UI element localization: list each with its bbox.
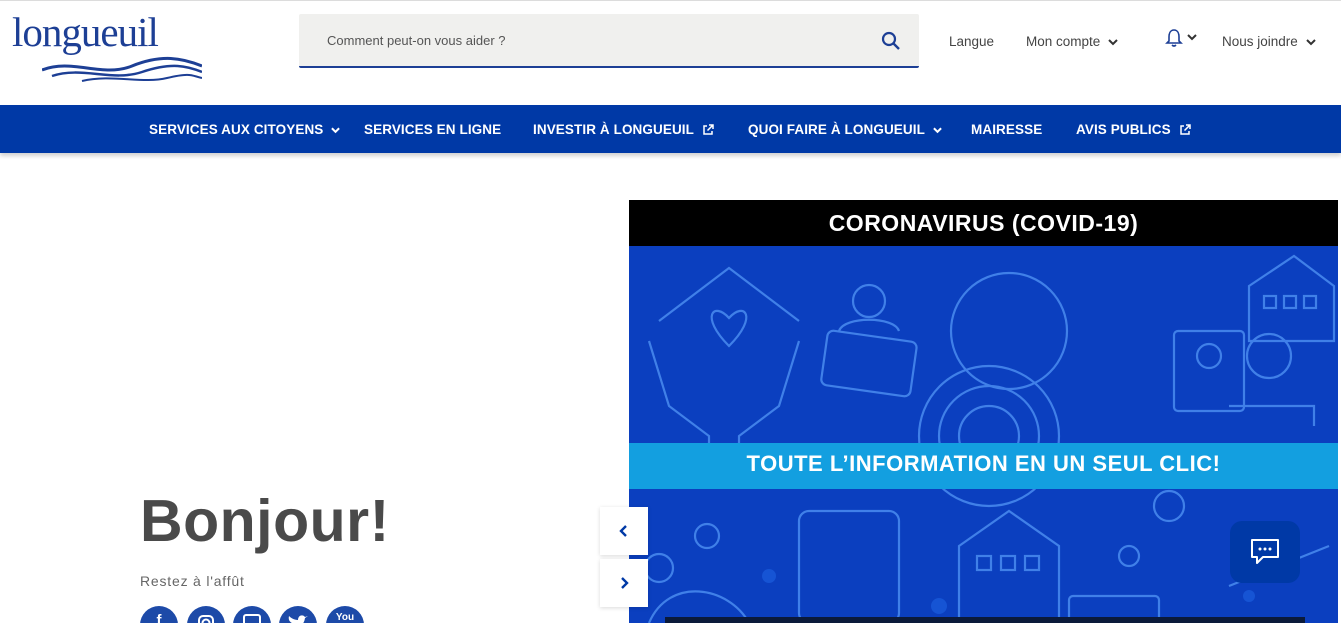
logo-text: longueuil [12, 9, 159, 55]
instagram-icon[interactable] [187, 606, 225, 623]
banner-title: CORONAVIRUS (COVID-19) [828, 210, 1139, 236]
nav-item-avis-publics[interactable]: AVIS PUBLICS [1076, 122, 1191, 137]
bell-icon [1165, 29, 1183, 47]
language-label: Langue [949, 34, 995, 49]
account-menu[interactable]: Mon compte [1026, 34, 1118, 49]
page-title: Bonjour! [140, 488, 390, 554]
chevron-down-icon [1108, 39, 1118, 46]
account-label: Mon compte [1026, 34, 1101, 49]
chevron-left-icon [619, 525, 627, 537]
logo[interactable]: longueuil [12, 12, 202, 82]
nav-item-investir[interactable]: INVESTIR À LONGUEUIL [533, 122, 714, 137]
carousel-next-button[interactable] [600, 559, 648, 607]
logo-wave-icon [42, 56, 202, 82]
external-link-icon [702, 124, 714, 136]
nav-item-label: SERVICES EN LIGNE [364, 122, 502, 137]
contact-menu[interactable]: Nous joindre [1222, 34, 1316, 49]
twitter-icon[interactable] [279, 606, 317, 623]
chevron-down-icon [1305, 39, 1316, 46]
nav-item-label: SERVICES AUX CITOYENS [149, 122, 324, 137]
carousel-prev-button[interactable] [600, 507, 648, 555]
contact-label: Nous joindre [1222, 34, 1298, 49]
linkedin-icon[interactable] [233, 606, 271, 623]
nav-item-label: MAIRESSE [971, 122, 1043, 137]
nav-item-label: AVIS PUBLICS [1076, 122, 1171, 137]
banner-subtitle: TOUTE L’INFORMATION EN UN SEUL CLIC! [746, 451, 1221, 476]
chevron-right-icon [621, 577, 629, 589]
search-input[interactable]: Comment peut-on vous aider ? [327, 33, 505, 48]
search-box[interactable]: Comment peut-on vous aider ? [299, 14, 919, 68]
main-nav: SERVICES AUX CITOYENS SERVICES EN LIGNE … [0, 105, 1341, 153]
notifications-menu[interactable] [1165, 28, 1197, 51]
nav-item-mairesse[interactable]: MAIRESSE [971, 122, 1042, 137]
search-icon[interactable] [881, 31, 901, 51]
facebook-icon[interactable]: f [140, 606, 178, 623]
nav-item-quoi-faire[interactable]: QUOI FAIRE À LONGUEUIL [748, 122, 942, 137]
nav-item-services-en-ligne[interactable]: SERVICES EN LIGNE [364, 122, 501, 137]
language-link[interactable]: Langue [949, 34, 994, 49]
external-link-icon [1179, 124, 1191, 136]
site-header: longueuil Comment peut-on vous aider ? L… [0, 4, 1341, 105]
nav-item-services-citoyens[interactable]: SERVICES AUX CITOYENS [149, 122, 341, 137]
chevron-down-icon [932, 127, 942, 134]
chevron-down-icon [1187, 34, 1197, 41]
tagline: Restez à l'affût [140, 573, 245, 589]
chat-icon [1251, 539, 1279, 564]
youtube-icon[interactable]: You [326, 606, 364, 623]
chat-button[interactable] [1230, 521, 1300, 583]
banner-footer-bar [665, 617, 1305, 623]
youtube-text: You [335, 612, 355, 623]
nav-item-label: QUOI FAIRE À LONGUEUIL [748, 122, 925, 137]
chevron-down-icon [331, 127, 341, 134]
nav-item-label: INVESTIR À LONGUEUIL [533, 122, 694, 137]
